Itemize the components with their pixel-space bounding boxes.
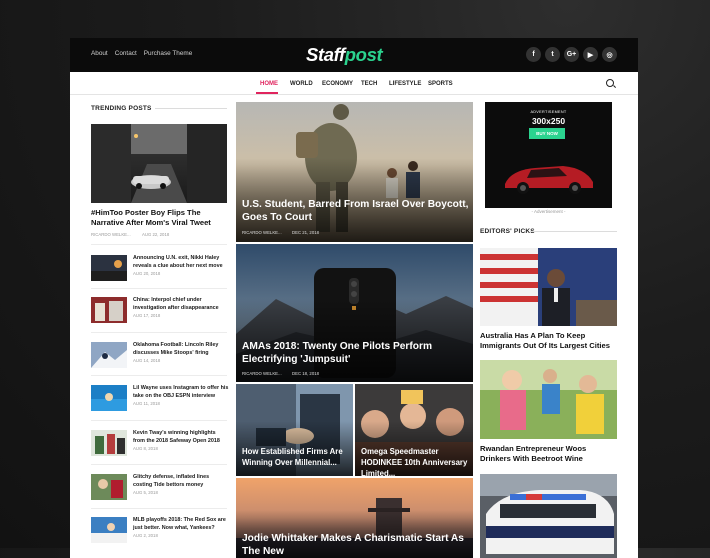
search-icon[interactable] — [606, 79, 614, 87]
logo-part-post: post — [344, 44, 383, 65]
nav-sports[interactable]: SPORTS — [428, 81, 453, 87]
list-thumb — [91, 474, 127, 500]
featured-small-2[interactable]: Omega Speedmaster HODINKEE 10th Annivers… — [355, 384, 473, 476]
purchase-theme-link[interactable]: Purchase Theme — [144, 50, 193, 57]
list-title[interactable]: Oklahoma Football: Lincoln Riley discuss… — [133, 342, 229, 357]
youtube-icon[interactable]: ▶ — [583, 47, 598, 62]
ad-size: 300x250 — [531, 116, 566, 126]
list-title[interactable]: China: Interpol chief under investigatio… — [133, 297, 229, 312]
top-links: About Contact Purchase Theme — [91, 50, 192, 57]
facebook-icon[interactable]: f — [526, 47, 541, 62]
featured-title[interactable]: U.S. Student, Barred From Israel Over Bo… — [242, 198, 470, 224]
contact-link[interactable]: Contact — [115, 50, 137, 57]
sports-car-image — [505, 166, 593, 194]
googleplus-icon[interactable]: G+ — [564, 47, 579, 62]
active-nav-underline — [256, 92, 278, 94]
twitter-icon[interactable]: t — [545, 47, 560, 62]
editors-pick-title-2[interactable]: Rwandan Entrepreneur Woos Drinkers With … — [480, 444, 615, 464]
list-thumb — [91, 342, 127, 368]
nav-tech[interactable]: TECH — [361, 81, 377, 87]
editors-picks-heading: EDITORS' PICKS — [480, 228, 535, 235]
list-date: AUG 20, 2018 — [133, 271, 161, 276]
featured-author: RICARDO WELKE... — [242, 230, 282, 235]
list-date: AUG 5, 2018 — [133, 490, 158, 495]
nav-home[interactable]: HOME — [260, 81, 278, 87]
list-divider — [91, 375, 227, 376]
list-date: AUG 2, 2018 — [133, 533, 158, 538]
featured-post-3[interactable]: Jodie Whittaker Makes A Charismatic Star… — [236, 478, 473, 558]
list-title[interactable]: Kevin Tway's winning highlights from the… — [133, 430, 229, 445]
list-date: AUG 11, 2018 — [133, 401, 160, 406]
nav-lifestyle[interactable]: LIFESTYLE — [389, 81, 421, 87]
featured-post-2[interactable]: AMAs 2018: Twenty One Pilots Perform Ele… — [236, 244, 473, 382]
list-item[interactable]: Glitchy defense, inflated lines costing … — [91, 474, 227, 504]
editors-pick-title-1[interactable]: Australia Has A Plan To Keep Immigrants … — [480, 331, 615, 351]
list-divider — [91, 332, 227, 333]
nav-world[interactable]: WORLD — [290, 81, 313, 87]
ad-caption: - Advertisement - — [531, 209, 566, 214]
heading-rule — [532, 231, 617, 232]
list-date: AUG 17, 2018 — [133, 313, 161, 318]
list-thumb — [91, 517, 127, 543]
featured-title[interactable]: AMAs 2018: Twenty One Pilots Perform Ele… — [242, 340, 470, 366]
advertisement-banner[interactable]: ADVERTISEMENT 300x250 BUY NOW — [485, 102, 612, 208]
trending-lead-author: RICARDO WELKE... — [91, 232, 131, 237]
about-link[interactable]: About — [91, 50, 108, 57]
logo-part-staff: Staff — [306, 44, 345, 65]
list-thumb — [91, 255, 127, 281]
list-date: AUG 8, 2018 — [133, 446, 158, 451]
buy-now-button[interactable]: BUY NOW — [529, 128, 565, 139]
list-divider — [91, 244, 227, 245]
website-preview: About Contact Purchase Theme Staffpost f… — [70, 38, 638, 558]
social-icons: f t G+ ▶ ◎ — [526, 47, 617, 62]
list-thumb — [91, 430, 127, 456]
main-nav: HOME WORLD ECONOMY TECH LIFESTYLE SPORTS — [70, 72, 638, 95]
list-title[interactable]: Lil Wayne uses Instagram to offer his ta… — [133, 385, 229, 400]
trending-heading: TRENDING POSTS — [91, 105, 152, 112]
small-card-title[interactable]: Omega Speedmaster HODINKEE 10th Annivers… — [361, 446, 469, 476]
list-divider — [91, 508, 227, 509]
list-thumb — [91, 385, 127, 411]
site-logo[interactable]: Staffpost — [306, 44, 383, 66]
list-divider — [91, 464, 227, 465]
list-item[interactable]: Announcing U.N. exit, Nikki Haley reveal… — [91, 255, 227, 285]
featured-date: DEC 21, 2018 — [292, 230, 319, 235]
ad-label: ADVERTISEMENT — [530, 110, 567, 114]
list-item[interactable]: China: Interpol chief under investigatio… — [91, 297, 227, 327]
featured-post-1[interactable]: U.S. Student, Barred From Israel Over Bo… — [236, 102, 473, 242]
top-bar: About Contact Purchase Theme Staffpost f… — [70, 38, 638, 72]
list-item[interactable]: Kevin Tway's winning highlights from the… — [91, 430, 227, 460]
list-title[interactable]: Glitchy defense, inflated lines costing … — [133, 474, 229, 489]
trending-lead-title[interactable]: #HimToo Poster Boy Flips The Narrative A… — [91, 208, 231, 227]
list-item[interactable]: Lil Wayne uses Instagram to offer his ta… — [91, 385, 229, 415]
nav-economy[interactable]: ECONOMY — [322, 81, 353, 87]
featured-date: DEC 18, 2018 — [292, 371, 319, 376]
list-item[interactable]: MLB playoffs 2018: The Red Sox are just … — [91, 517, 227, 547]
heading-rule — [155, 108, 227, 109]
editors-pick-image-3[interactable] — [480, 474, 617, 558]
list-thumb — [91, 297, 127, 323]
list-title[interactable]: Announcing U.N. exit, Nikki Haley reveal… — [133, 255, 229, 270]
trending-lead-image[interactable] — [91, 124, 227, 203]
list-item[interactable]: Oklahoma Football: Lincoln Riley discuss… — [91, 342, 227, 372]
featured-title[interactable]: Jodie Whittaker Makes A Charismatic Star… — [242, 532, 470, 558]
editors-pick-image-2[interactable] — [480, 360, 617, 439]
instagram-icon[interactable]: ◎ — [602, 47, 617, 62]
featured-small-1[interactable]: How Established Firms Are Winning Over M… — [236, 384, 353, 476]
list-title[interactable]: MLB playoffs 2018: The Red Sox are just … — [133, 517, 229, 532]
list-date: AUG 14, 2018 — [133, 358, 161, 363]
editors-pick-image-1[interactable] — [480, 248, 617, 326]
featured-author: RICARDO WELKE... — [242, 371, 282, 376]
small-card-title[interactable]: How Established Firms Are Winning Over M… — [242, 446, 350, 468]
trending-lead-date: AUG 22, 2018 — [142, 232, 170, 237]
list-divider — [91, 420, 227, 421]
list-divider — [91, 288, 227, 289]
